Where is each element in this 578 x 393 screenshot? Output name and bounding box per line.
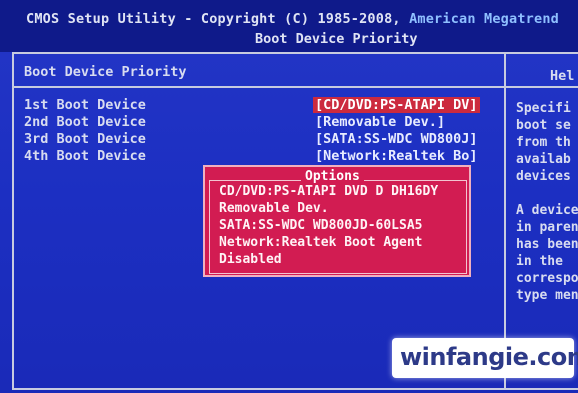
help-line: from th bbox=[516, 135, 571, 150]
help-line: availab bbox=[516, 152, 571, 167]
section-title: Boot Device Priority bbox=[24, 64, 187, 80]
help-line: type men bbox=[516, 288, 578, 303]
boot-device-2-value[interactable]: [Removable Dev.] bbox=[315, 114, 445, 130]
page-title: Boot Device Priority bbox=[255, 31, 418, 47]
help-line: devices bbox=[516, 169, 571, 184]
section-divider bbox=[14, 86, 504, 88]
help-title: Hel bbox=[550, 68, 575, 84]
help-line: in the bbox=[516, 254, 563, 269]
help-line: in paren bbox=[516, 220, 578, 235]
help-line: A device bbox=[516, 203, 578, 218]
help-line: correspo bbox=[516, 271, 578, 286]
option-item[interactable]: Disabled bbox=[219, 252, 282, 267]
help-line: has been bbox=[516, 237, 578, 252]
option-item[interactable]: Removable Dev. bbox=[219, 201, 329, 216]
watermark-text: winfangie.com bbox=[400, 343, 578, 371]
bios-title: CMOS Setup Utility - Copyright (C) 1985-… bbox=[26, 11, 559, 27]
boot-device-1-label: 1st Boot Device bbox=[24, 97, 146, 113]
help-line: boot se bbox=[516, 118, 571, 133]
options-popup: Options CD/DVD:PS-ATAPI DVD D DH16DY Rem… bbox=[203, 165, 471, 277]
help-divider bbox=[506, 86, 578, 88]
option-item[interactable]: SATA:SS-WDC WD800JD-60LSA5 bbox=[219, 218, 423, 233]
option-item[interactable]: CD/DVD:PS-ATAPI DVD D DH16DY bbox=[219, 184, 438, 199]
boot-device-4-label: 4th Boot Device bbox=[24, 148, 146, 164]
help-line: Specifi bbox=[516, 101, 571, 116]
vendor-name: American Megatrend bbox=[409, 11, 559, 27]
option-item[interactable]: Network:Realtek Boot Agent bbox=[219, 235, 423, 250]
boot-device-3-value[interactable]: [SATA:SS-WDC WD800J] bbox=[315, 131, 478, 147]
bios-title-text: CMOS Setup Utility - Copyright (C) 1985-… bbox=[26, 11, 401, 27]
boot-device-4-value[interactable]: [Network:Realtek Bo] bbox=[315, 148, 478, 164]
watermark: winfangie.com bbox=[392, 338, 578, 378]
boot-device-2-label: 2nd Boot Device bbox=[24, 114, 146, 130]
boot-device-3-label: 3rd Boot Device bbox=[24, 131, 146, 147]
boot-device-1-value[interactable]: [CD/DVD:PS-ATAPI DV] bbox=[313, 97, 480, 113]
options-popup-title: Options bbox=[301, 169, 364, 184]
